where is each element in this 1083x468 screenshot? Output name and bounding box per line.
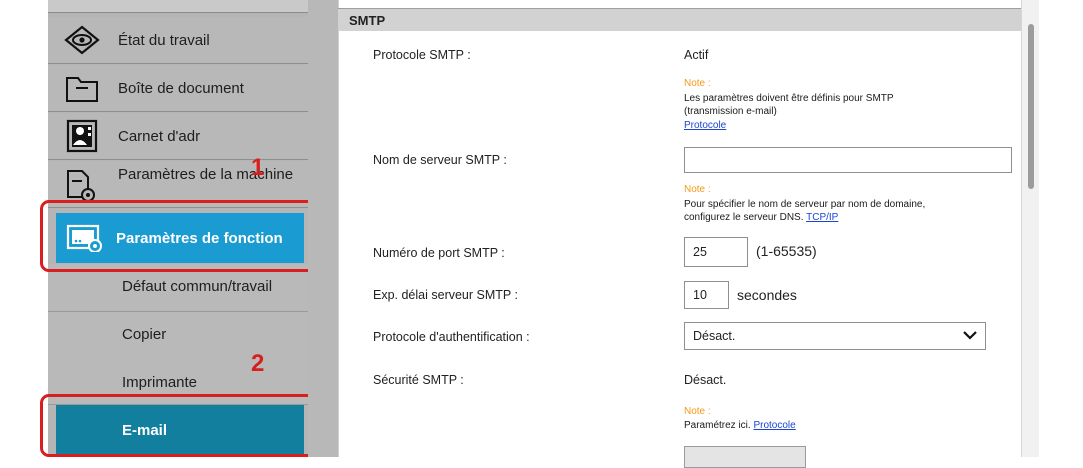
right-gutter: [1039, 0, 1083, 457]
sidebar-item-document-box[interactable]: Boîte de document: [48, 65, 308, 112]
auth-protocol-label: Protocole d'authentification :: [373, 330, 530, 344]
protocol-link[interactable]: Protocole: [684, 120, 726, 132]
note-text: Paramétrez ici.: [684, 420, 751, 431]
auth-protocol-selected: Désact.: [693, 329, 736, 343]
auth-protocol-select[interactable]: Désact.: [684, 322, 986, 350]
sidebar-subitem-copy[interactable]: Copier: [48, 312, 308, 360]
note-text: (transmission e-mail): [684, 106, 777, 117]
smtp-timeout-unit: secondes: [737, 287, 797, 303]
smtp-timeout-label: Exp. délai serveur SMTP :: [373, 288, 518, 302]
protocol-link[interactable]: Protocole: [753, 420, 795, 431]
content-gutter: [308, 0, 338, 457]
note-text-line: configurez le serveur DNS. TCP/IP: [684, 212, 838, 224]
callout-box-1: [40, 200, 316, 272]
smtp-security-label: Sécurité SMTP :: [373, 373, 464, 387]
sidebar-subitem-label: Copier: [122, 326, 167, 343]
callout-number-1: 1: [251, 154, 265, 181]
tcpip-link[interactable]: TCP/IP: [806, 212, 838, 223]
smtp-server-name-input[interactable]: [684, 147, 1012, 173]
section-header: SMTP: [338, 8, 1021, 31]
chevron-down-icon: [963, 329, 977, 343]
smtp-port-range: (1-65535): [756, 243, 817, 259]
sidebar-item-label: Carnet d'adr: [118, 127, 201, 145]
scrollbar-thumb[interactable]: [1028, 24, 1034, 189]
section-title: SMTP: [349, 13, 386, 28]
note-text: Pour spécifier le nom de serveur par nom…: [684, 199, 926, 210]
note-text: configurez le serveur DNS.: [684, 212, 804, 223]
callout-box-2: [40, 394, 316, 457]
note-title: Note :: [684, 78, 711, 89]
sidebar-item-label: Boîte de document: [118, 79, 244, 97]
smtp-timeout-input[interactable]: 10: [684, 281, 729, 309]
smtp-protocol-label: Protocole SMTP :: [373, 48, 471, 62]
smtp-protocol-value: Actif: [684, 48, 709, 62]
sidebar-item-job-status[interactable]: État du travail: [48, 17, 308, 64]
sidebar-item-label: Paramètres de la machine: [118, 166, 294, 183]
folder-icon: [64, 71, 100, 105]
device-settings-icon: [64, 167, 100, 201]
address-book-icon: [64, 119, 100, 153]
smtp-security-value: Désact.: [684, 373, 727, 387]
main-panel: [338, 0, 1023, 457]
main-scrollbar[interactable]: [1021, 0, 1040, 457]
partial-button[interactable]: [684, 446, 806, 468]
sidebar-item-address-book[interactable]: Carnet d'adr: [48, 113, 308, 160]
callout-number-2: 2: [251, 350, 265, 377]
sidebar-top-edge: [48, 0, 308, 13]
sidebar-subitem-label: Défaut commun/travail: [122, 278, 273, 295]
eye-icon: [64, 23, 100, 57]
note-title: Note :: [684, 184, 711, 195]
smtp-port-input[interactable]: 25: [684, 237, 748, 267]
note-text: Les paramètres doivent être définis pour…: [684, 93, 894, 104]
sidebar-subitem-label: Imprimante: [122, 374, 198, 391]
sidebar-item-label: État du travail: [118, 31, 210, 49]
note-text-line: Paramétrez ici. Protocole: [684, 420, 796, 432]
smtp-server-name-label: Nom de serveur SMTP :: [373, 153, 507, 167]
note-title: Note :: [684, 406, 711, 417]
smtp-port-label: Numéro de port SMTP :: [373, 246, 505, 260]
